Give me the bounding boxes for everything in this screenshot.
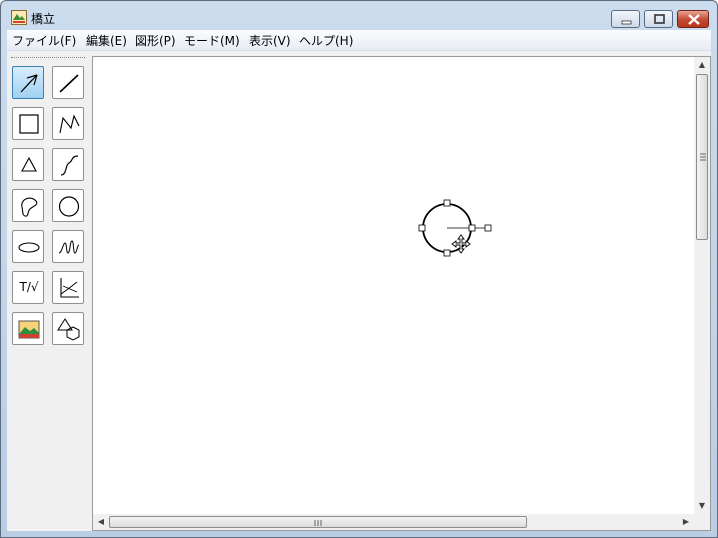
tool-image[interactable] xyxy=(12,312,44,345)
tool-circle[interactable] xyxy=(52,189,84,222)
vertical-scrollbar[interactable]: ▲ ▼ xyxy=(694,57,710,514)
tool-ellipse[interactable] xyxy=(12,230,44,263)
tool-polyline[interactable] xyxy=(52,107,84,140)
menu-shape[interactable]: 図形(P) xyxy=(135,32,176,49)
curve-icon xyxy=(60,155,79,176)
menu-mode[interactable]: モード(M) xyxy=(184,32,240,49)
scroll-down-arrow-icon[interactable]: ▼ xyxy=(694,498,710,514)
graph-icon xyxy=(60,278,79,298)
menu-file[interactable]: ファイル(F) xyxy=(12,32,76,49)
scroll-left-arrow-icon[interactable]: ◀ xyxy=(93,514,109,530)
menu-edit[interactable]: 編集(E) xyxy=(86,32,127,49)
menu-bar: ファイル(F) 編集(E) 図形(P) モード(M) 表示(V) ヘルプ(H) xyxy=(7,30,711,51)
text-formula-label: T/√ xyxy=(19,280,39,294)
vertical-scroll-thumb[interactable] xyxy=(696,74,708,240)
scrollbar-corner xyxy=(694,514,710,530)
circle-icon xyxy=(58,196,80,217)
tool-spiral-curve[interactable] xyxy=(52,230,84,263)
spiral-curve-icon xyxy=(58,240,80,254)
close-button[interactable] xyxy=(677,10,709,28)
tool-solid-shapes[interactable] xyxy=(52,312,84,345)
app-icon xyxy=(11,10,27,25)
window-title: 橋立 xyxy=(31,12,56,26)
scroll-up-arrow-icon[interactable]: ▲ xyxy=(694,57,710,73)
triangle-icon xyxy=(21,156,37,172)
tool-freeform[interactable] xyxy=(12,189,44,222)
tool-palette: T/√ xyxy=(7,51,89,531)
drawing-area: ▲ ▼ ◀ ▶ xyxy=(92,56,711,531)
scroll-right-arrow-icon[interactable]: ▶ xyxy=(678,514,694,530)
drawing-canvas[interactable] xyxy=(93,57,694,514)
tool-line[interactable] xyxy=(52,66,84,99)
palette-grip[interactable] xyxy=(11,57,85,61)
client-area: T/√ ▲ ▼ ◀ ▶ xyxy=(7,51,711,531)
title-bar[interactable]: 橋立 xyxy=(1,1,717,31)
ellipse-icon xyxy=(18,242,40,253)
app-window: 橋立 ファイル(F) 編集(E) 図形(P) モード(M) 表示(V) ヘルプ(… xyxy=(0,0,718,538)
freeform-closed-icon xyxy=(21,197,38,217)
rectangle-icon xyxy=(19,114,39,134)
selected-circle-shape[interactable] xyxy=(93,57,694,514)
tool-curve[interactable] xyxy=(52,148,84,181)
tool-rectangle[interactable] xyxy=(12,107,44,140)
minimize-button[interactable] xyxy=(611,10,640,28)
tool-select[interactable] xyxy=(12,66,44,99)
select-arrow-icon xyxy=(20,74,38,93)
horizontal-scrollbar[interactable]: ◀ ▶ xyxy=(93,514,694,530)
menu-view[interactable]: 表示(V) xyxy=(249,32,291,49)
maximize-button[interactable] xyxy=(644,10,673,28)
tool-text-formula[interactable]: T/√ xyxy=(12,271,44,304)
image-icon xyxy=(18,320,40,339)
menu-help[interactable]: ヘルプ(H) xyxy=(299,32,353,49)
tool-triangle[interactable] xyxy=(12,148,44,181)
solid-shapes-icon xyxy=(57,318,80,341)
horizontal-scroll-thumb[interactable] xyxy=(109,516,527,528)
tool-graph[interactable] xyxy=(52,271,84,304)
line-icon xyxy=(59,74,79,93)
polyline-icon xyxy=(59,114,80,134)
